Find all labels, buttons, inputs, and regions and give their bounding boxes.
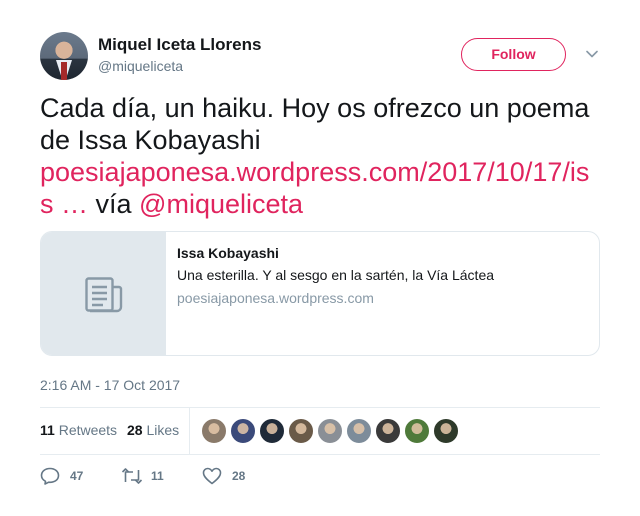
mention-link[interactable]: @miqueliceta [139,189,303,219]
liked-by-avatar[interactable] [230,418,256,444]
liked-by-avatar[interactable] [433,418,459,444]
liked-by-avatar[interactable] [317,418,343,444]
tweet-timestamp[interactable]: 2:16 AM - 17 Oct 2017 [40,377,180,393]
reply-count: 47 [70,469,84,483]
chevron-down-icon[interactable] [586,48,598,60]
author-handle[interactable]: @miqueliceta [98,58,183,74]
card-thumbnail [41,232,166,355]
liked-by-avatar[interactable] [346,418,372,444]
tweet-header: Miquel Iceta Llorens @miqueliceta Follow [40,32,600,80]
avatar-tie [61,62,67,80]
retweets-count: 11 [40,422,55,438]
heart-icon [202,467,222,485]
retweet-icon [121,468,143,484]
liked-by-avatar[interactable] [259,418,285,444]
card-title: Issa Kobayashi [177,245,279,261]
link-card[interactable]: Issa Kobayashi Una esterilla. Y al sesgo… [40,231,600,356]
tweet-text: Cada día, un haiku. Hoy os ofrezco un po… [40,92,600,220]
liked-by-avatar[interactable] [201,418,227,444]
follow-button[interactable]: Follow [461,38,566,71]
likes-count: 28 [127,422,143,438]
liked-by-avatar[interactable] [288,418,314,444]
liked-by-avatar[interactable] [404,418,430,444]
retweet-count: 11 [151,469,164,483]
like-button[interactable]: 28 [202,466,262,486]
tweet-body: Cada día, un haiku. Hoy os ofrezco un po… [40,93,590,155]
card-description: Una esterilla. Y al sesgo en la sartén, … [177,267,495,283]
likes-stat[interactable]: 28 Likes [127,422,179,438]
reply-button[interactable]: 47 [40,466,100,486]
divider [40,454,600,455]
avatar[interactable] [40,32,88,80]
card-domain: poesiajaponesa.wordpress.com [177,290,374,306]
document-icon [85,277,123,313]
reply-icon [40,467,60,485]
author-name[interactable]: Miquel Iceta Llorens [98,35,261,55]
tweet-via: vía [88,189,140,219]
retweets-label: Retweets [58,422,118,438]
retweets-stat[interactable]: 11 Retweets [40,422,117,438]
like-count: 28 [232,469,246,483]
divider [40,407,600,408]
stats-separator [189,408,190,454]
retweet-button[interactable]: 11 [121,466,181,486]
liked-by-avatar[interactable] [375,418,401,444]
likes-label: Likes [146,422,180,438]
